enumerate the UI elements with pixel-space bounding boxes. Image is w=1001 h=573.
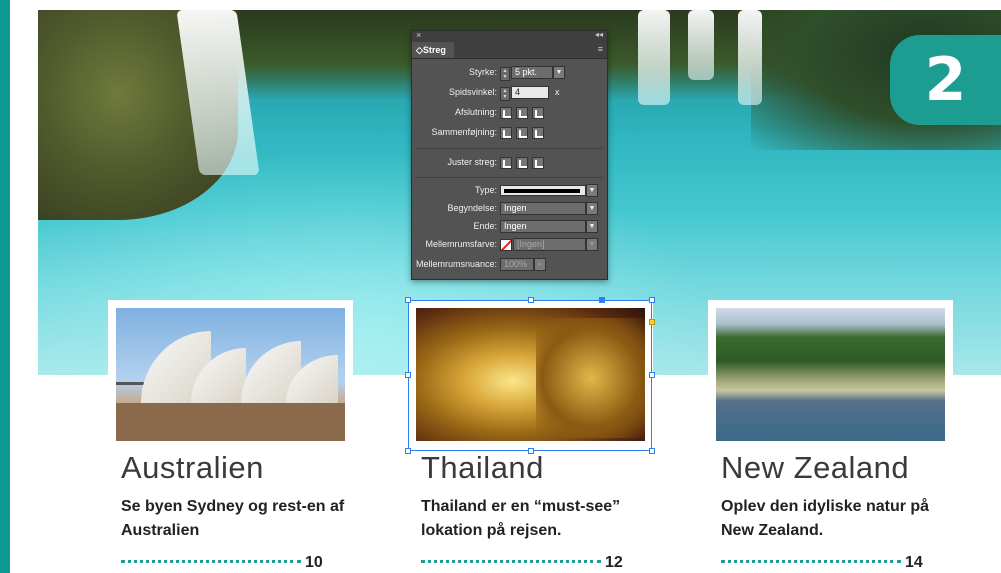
close-icon[interactable]: ×: [416, 30, 421, 40]
photo-frame: [708, 300, 953, 447]
tab-stroke[interactable]: ◇Streg: [412, 42, 454, 58]
type-dropdown-arrow[interactable]: ▼: [586, 184, 598, 197]
end-label: Ende:: [473, 221, 497, 231]
gap-color-dropdown-arrow[interactable]: ▼: [586, 238, 598, 251]
card-description: Thailand er en “must-see” lokation på re…: [421, 498, 621, 539]
round-join-icon[interactable]: [516, 127, 528, 139]
miter-stepper[interactable]: ▴ ▾: [500, 87, 510, 101]
left-accent-rule: [0, 0, 10, 573]
align-inside-icon[interactable]: [516, 157, 528, 169]
miter-row: Spidsvinkel: ▴ ▾ 4 x: [412, 85, 607, 101]
end-select[interactable]: Ingen: [500, 220, 586, 233]
buddha-head: [536, 318, 645, 438]
card-description: Oplev den idyliske natur på New Zealand.: [721, 498, 930, 539]
align-center-icon[interactable]: [500, 157, 512, 169]
gap-tint-label: Mellemrumsnuance:: [415, 259, 497, 269]
dotted-leader: [121, 560, 301, 563]
miter-input[interactable]: 4: [511, 86, 549, 99]
opera-base: [116, 403, 345, 441]
page-number: 12: [605, 554, 623, 571]
resize-handle-bottom-right[interactable]: [649, 448, 655, 454]
weight-dropdown-arrow[interactable]: ▼: [553, 66, 565, 79]
chapter-number-badge: 2: [890, 35, 1001, 125]
sydney-opera-house-photo: [116, 308, 345, 441]
end-dropdown-arrow[interactable]: ▼: [586, 220, 598, 233]
weight-input[interactable]: 5 pkt.: [511, 66, 553, 79]
type-label: Type:: [474, 185, 497, 195]
hero-waterfall: [738, 10, 762, 105]
bevel-join-icon[interactable]: [532, 127, 544, 139]
panel-menu-icon[interactable]: ≡: [598, 44, 603, 54]
join-label: Sammenføjning:: [431, 127, 497, 137]
gap-color-row: Mellemrumsfarve: [Ingen] ▼: [412, 237, 607, 253]
butt-cap-icon[interactable]: [500, 107, 512, 119]
round-cap-icon[interactable]: [516, 107, 528, 119]
weight-row: Styrke: ▴ ▾ 5 pkt. ▼: [412, 65, 607, 81]
gap-color-select[interactable]: [Ingen]: [513, 238, 586, 251]
new-zealand-lake-photo: [716, 308, 945, 441]
photo-frame: [108, 300, 353, 447]
gap-color-label: Mellemrumsfarve:: [425, 239, 497, 249]
cap-row: Afslutning:: [412, 105, 607, 121]
page-number: 14: [905, 554, 923, 571]
page-number: 10: [305, 554, 323, 571]
align-outside-icon[interactable]: [532, 157, 544, 169]
projecting-cap-icon[interactable]: [532, 107, 544, 119]
panel-tab-bar: ◇Streg ≡: [412, 42, 607, 59]
dotted-leader: [421, 560, 601, 563]
start-label: Begyndelse:: [447, 203, 497, 213]
card-title: Thailand: [421, 450, 544, 485]
collapse-icon[interactable]: ◂◂: [595, 30, 603, 39]
card-description: Se byen Sydney og rest-en af Australien: [121, 498, 345, 539]
cap-label: Afslutning:: [454, 107, 497, 117]
card-title: New Zealand: [721, 450, 910, 485]
weight-label: Styrke:: [468, 67, 497, 77]
weight-stepper[interactable]: ▴ ▾: [500, 67, 510, 81]
panel-separator: [416, 177, 603, 178]
photo-frame: [408, 300, 653, 447]
dotted-leader: [721, 560, 901, 563]
miter-label: Spidsvinkel:: [448, 87, 497, 97]
start-row: Begyndelse: Ingen ▼: [412, 201, 607, 217]
miter-join-icon[interactable]: [500, 127, 512, 139]
stroke-panel[interactable]: × ◂◂ ◇Streg ≡ Styrke: ▴ ▾ 5 pkt. ▼ Spidsv…: [411, 30, 608, 280]
card-title: Australien: [121, 450, 264, 485]
join-row: Sammenføjning:: [412, 125, 607, 141]
gap-tint-row: Mellemrumsnuance: 100% ▸: [412, 257, 607, 273]
none-swatch-icon[interactable]: [500, 239, 512, 251]
gap-tint-arrow[interactable]: ▸: [534, 258, 546, 271]
golden-buddha-photo[interactable]: [416, 308, 645, 441]
start-dropdown-arrow[interactable]: ▼: [586, 202, 598, 215]
gap-tint-input[interactable]: 100%: [500, 258, 534, 271]
align-label: Juster streg:: [447, 157, 497, 167]
stroke-type-swatch[interactable]: [500, 185, 586, 196]
end-row: Ende: Ingen ▼: [412, 219, 607, 235]
hero-waterfall: [638, 10, 670, 105]
miter-unit: x: [555, 87, 560, 97]
hero-waterfall: [688, 10, 714, 80]
resize-handle-bottom-left[interactable]: [405, 448, 411, 454]
panel-title-bar[interactable]: × ◂◂: [412, 30, 607, 42]
panel-separator: [416, 148, 603, 149]
align-row: Juster streg:: [412, 155, 607, 171]
type-row: Type: ▼: [412, 183, 607, 199]
start-select[interactable]: Ingen: [500, 202, 586, 215]
